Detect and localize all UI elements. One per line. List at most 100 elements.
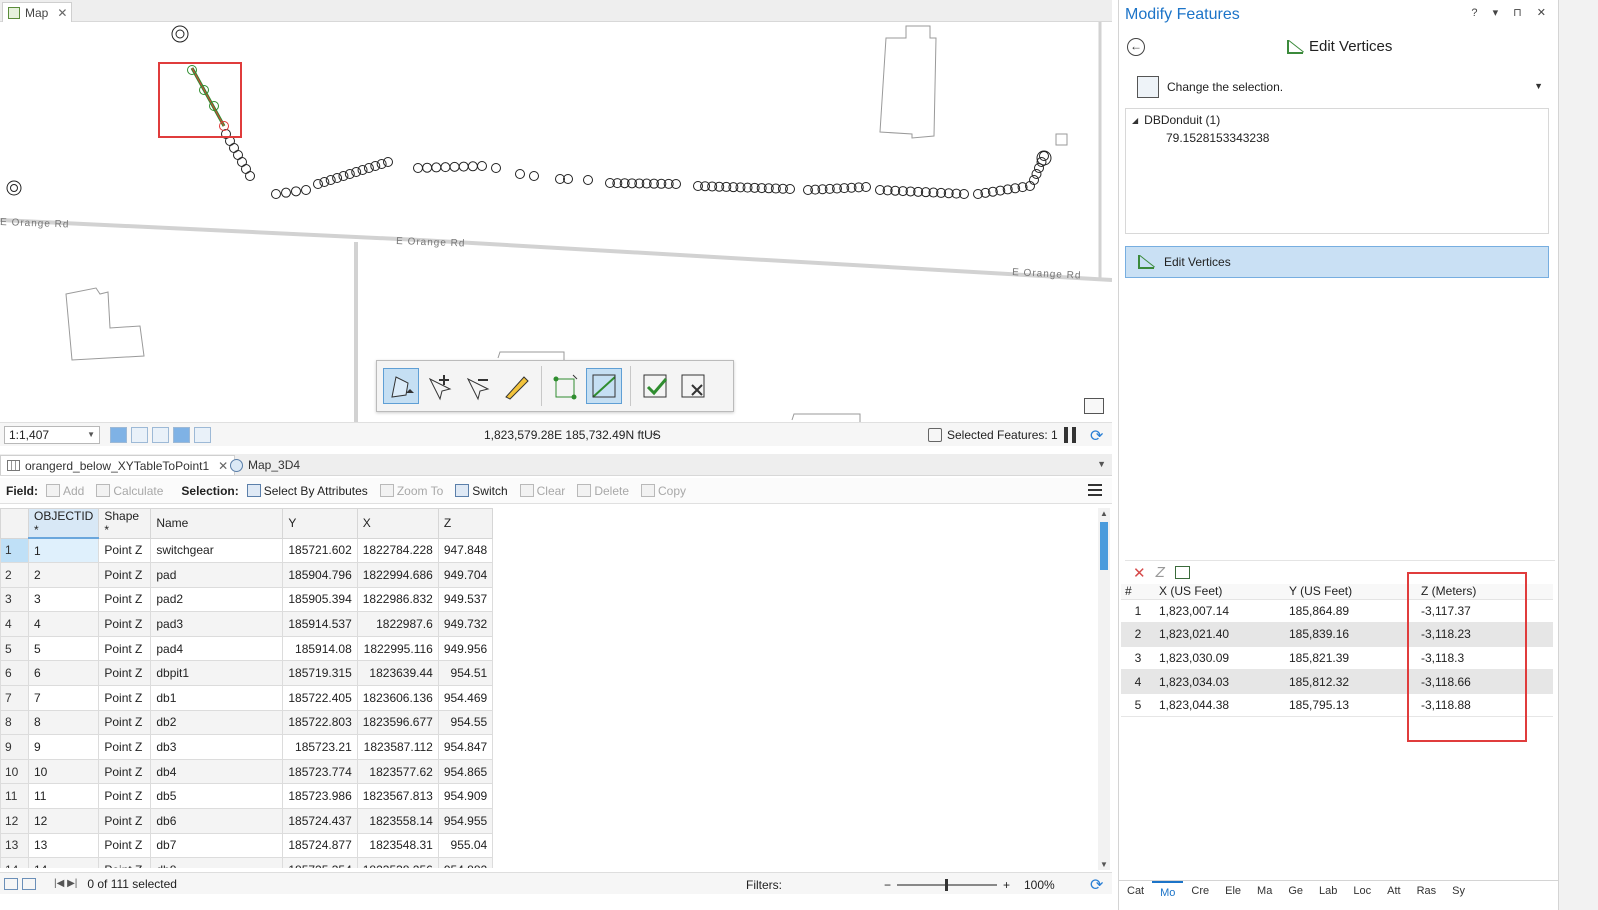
table-cell[interactable]: 954.909 (437, 783, 494, 810)
table-cell[interactable]: 5 (27, 635, 100, 662)
pane-tab[interactable]: Lab (1311, 881, 1345, 910)
vertex-cell[interactable]: 185,864.89 (1285, 599, 1417, 624)
pane-tab[interactable]: Cre (1183, 881, 1217, 910)
column-header[interactable]: Shape * (98, 508, 152, 539)
pane-controls[interactable]: ? ▾ ⊓ ✕ (1471, 6, 1552, 19)
pane-tab[interactable]: Cat (1119, 881, 1152, 910)
zoom-slider[interactable]: − + (884, 878, 1010, 892)
table-row[interactable]: 12 12 Point Zdb6 185724.437 1823558.14 954.95… (0, 808, 494, 834)
discard-button[interactable] (675, 368, 711, 404)
table-cell[interactable]: dbpit1 (150, 660, 284, 687)
table-cell[interactable]: 1822986.832 (356, 586, 439, 613)
table-cell[interactable]: db8 (150, 857, 284, 868)
table-cell[interactable]: 185725.354 (282, 857, 358, 868)
grid-icon[interactable] (131, 427, 148, 443)
vertex-cell[interactable]: 1,823,021.40 (1155, 622, 1285, 647)
add-vertex-button[interactable] (421, 368, 457, 404)
table-cell[interactable]: 1822987.6 (356, 611, 439, 637)
table-cell[interactable]: 7 (27, 685, 100, 711)
table-cell[interactable]: Point Z (98, 734, 152, 760)
feature-node[interactable]: 79.1528153343238 (1166, 131, 1542, 145)
table-row[interactable]: 1 1 Point Zswitchgear 185721.602 1822784.228… (0, 537, 494, 564)
table-cell[interactable]: 954.51 (437, 660, 494, 687)
table-cell[interactable]: 954.865 (437, 758, 494, 785)
table-cell[interactable]: db3 (150, 734, 284, 760)
calculate-button[interactable]: Calculate (96, 484, 163, 498)
row-number[interactable]: 5 (0, 635, 29, 662)
table-cell[interactable]: db2 (150, 709, 284, 736)
delete-vertex-icon[interactable]: ✕ (1133, 564, 1146, 582)
table-cell[interactable]: 1823548.31 (356, 832, 439, 859)
pane-tab[interactable]: Ge (1280, 881, 1311, 910)
pane-tab[interactable]: Ele (1217, 881, 1249, 910)
table-cell[interactable]: 185723.774 (282, 758, 358, 785)
select-by-attributes-button[interactable]: Select By Attributes (246, 484, 368, 498)
vertex-cell[interactable]: 1,823,034.03 (1155, 669, 1285, 694)
table-cell[interactable]: 12 (27, 808, 100, 834)
table-cell[interactable]: 1823538.256 (356, 857, 439, 868)
table-cell[interactable]: 954.55 (437, 709, 494, 736)
row-number[interactable]: 2 (0, 562, 29, 588)
vertex-cell[interactable]: 185,812.32 (1285, 669, 1417, 694)
column-header[interactable]: # (1121, 584, 1155, 600)
table-cell[interactable]: 1823558.14 (356, 808, 439, 834)
selected-features[interactable]: Selected Features: 1 (928, 428, 1058, 442)
table-cell[interactable]: db4 (150, 758, 284, 785)
z-value-icon[interactable]: Z (1156, 564, 1165, 581)
table-cell[interactable]: Point Z (98, 586, 152, 613)
table-cell[interactable]: 185723.986 (282, 783, 358, 810)
table-cell[interactable]: 954.847 (437, 734, 494, 760)
corner-cell[interactable] (0, 508, 29, 539)
table-cell[interactable]: 949.704 (437, 562, 494, 588)
table-cell[interactable]: Point Z (98, 783, 152, 810)
scroll-down-icon[interactable]: ▼ (1100, 860, 1108, 869)
row-number[interactable]: 9 (0, 734, 29, 760)
row-number[interactable]: 14 (0, 857, 29, 868)
refresh-icon[interactable]: ⟳ (1090, 875, 1103, 895)
zoom-to-button[interactable]: Zoom To (379, 484, 443, 498)
scroll-up-icon[interactable]: ▲ (1100, 509, 1108, 518)
table-cell[interactable]: 13 (27, 832, 100, 859)
tab-map-3d[interactable]: Map_3D4 (224, 455, 306, 475)
refresh-icon[interactable]: ⟳ (1090, 426, 1103, 446)
vertex-cell[interactable]: 1,823,007.14 (1155, 599, 1285, 624)
scroll-thumb[interactable] (1100, 522, 1108, 570)
table-cell[interactable]: 185724.437 (282, 808, 358, 834)
table-cell[interactable]: Point Z (98, 758, 152, 785)
scale-selector[interactable]: 1:1,407 ▼ (4, 426, 100, 444)
change-selection-dropdown[interactable]: Change the selection. ▼ (1137, 72, 1551, 102)
table-row[interactable]: 5 5 Point Zpad4 185914.08 1822995.116 949.956 (0, 635, 494, 662)
table-row[interactable]: 9 9 Point Zdb3 185723.21 1823587.112 954.847 (0, 734, 494, 760)
row-number[interactable]: 1 (0, 537, 29, 564)
table-cell[interactable]: 1823606.136 (356, 685, 439, 711)
sketch-button[interactable] (497, 368, 533, 404)
table-row[interactable]: 7 7 Point Zdb1 185722.405 1823606.136 954.469 (0, 685, 494, 711)
add-field-button[interactable]: Add (46, 484, 84, 498)
pane-tab[interactable]: Sy (1444, 881, 1473, 910)
row-number[interactable]: 10 (0, 758, 29, 785)
table-cell[interactable]: 10 (27, 758, 100, 785)
crosshair-icon[interactable] (173, 427, 190, 443)
table-cell[interactable]: db7 (150, 832, 284, 859)
table-cell[interactable]: pad4 (150, 635, 284, 662)
table-cell[interactable]: Point Z (98, 537, 152, 564)
table-cell[interactable]: 185914.08 (282, 635, 358, 662)
vertex-cell[interactable]: 185,839.16 (1285, 622, 1417, 647)
polygon-icon[interactable] (1174, 566, 1190, 579)
column-header[interactable]: X (356, 508, 439, 539)
close-icon[interactable]: ✕ (57, 6, 67, 20)
chevron-down-icon[interactable]: ▼ (1097, 459, 1106, 469)
map-view[interactable]: E Orange Rd E Orange Rd E Orange Rd (0, 22, 1112, 422)
table-cell[interactable]: 185724.877 (282, 832, 358, 859)
table-cell[interactable]: pad (150, 562, 284, 588)
vertex-cell[interactable]: 2 (1121, 622, 1155, 647)
table-cell[interactable]: 1823639.44 (356, 660, 439, 687)
table-cell[interactable]: 185719.315 (282, 660, 358, 687)
edit-vertices-button[interactable]: Edit Vertices (1125, 246, 1549, 278)
table-row[interactable]: 1414Point Zdb8185725.3541823538.256954.8… (0, 857, 494, 868)
table-cell[interactable]: 949.537 (437, 586, 494, 613)
notifications-strip[interactable] (1558, 0, 1598, 910)
pause-icon[interactable] (1064, 427, 1076, 443)
table-cell[interactable]: 954.882 (437, 857, 494, 868)
table-cell[interactable]: 185914.537 (282, 611, 358, 637)
